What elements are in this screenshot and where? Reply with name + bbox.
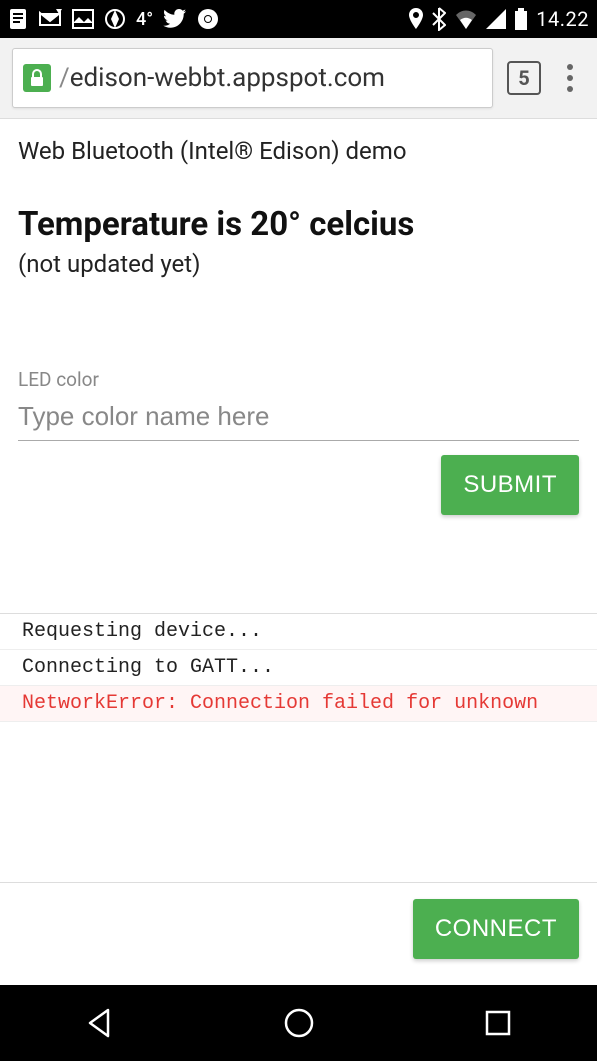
- page-content: Web Bluetooth (Intel® Edison) demo Tempe…: [0, 119, 597, 533]
- nav-back-button[interactable]: [80, 1003, 120, 1043]
- submit-button[interactable]: SUBMIT: [441, 455, 579, 515]
- browser-chrome: /edison-webbt.appspot.com 5: [0, 38, 597, 119]
- signal-icon: [486, 9, 506, 29]
- connect-button[interactable]: CONNECT: [413, 899, 579, 959]
- nav-bar: [0, 985, 597, 1061]
- page-note: (not updated yet): [18, 250, 579, 278]
- form-section: LED color SUBMIT: [18, 368, 579, 515]
- log-line: Connecting to GATT...: [0, 650, 597, 686]
- mail-icon: [38, 9, 62, 29]
- compass-icon: [104, 8, 126, 30]
- nav-recent-button[interactable]: [478, 1003, 518, 1043]
- tabs-button[interactable]: 5: [507, 61, 541, 95]
- temp-indicator: 4°: [136, 9, 153, 30]
- location-icon: [408, 8, 424, 30]
- page-title: Temperature is 20° celcius: [18, 205, 579, 244]
- log-line-error: NetworkError: Connection failed for unkn…: [0, 686, 597, 722]
- page-subtitle: Web Bluetooth (Intel® Edison) demo: [18, 137, 579, 165]
- menu-button[interactable]: [555, 64, 585, 92]
- bottom-action-bar: CONNECT: [0, 882, 597, 975]
- twitter-icon: [163, 9, 187, 29]
- nav-home-button[interactable]: [279, 1003, 319, 1043]
- chrome-icon: [197, 8, 219, 30]
- color-input[interactable]: [18, 397, 579, 441]
- url-text: /edison-webbt.appspot.com: [59, 63, 385, 93]
- lock-icon: [23, 64, 51, 92]
- wifi-icon: [454, 9, 478, 29]
- clock: 14.22: [536, 7, 589, 31]
- battery-icon: [514, 8, 528, 30]
- log-line: Requesting device...: [0, 614, 597, 650]
- photo-icon: [72, 9, 94, 29]
- log-section: Requesting device...Connecting to GATT..…: [0, 613, 597, 722]
- field-label: LED color: [18, 368, 579, 391]
- url-bar[interactable]: /edison-webbt.appspot.com: [12, 48, 493, 108]
- document-icon: [8, 8, 28, 30]
- status-bar: 4° 14.22: [0, 0, 597, 38]
- bluetooth-icon: [432, 7, 446, 31]
